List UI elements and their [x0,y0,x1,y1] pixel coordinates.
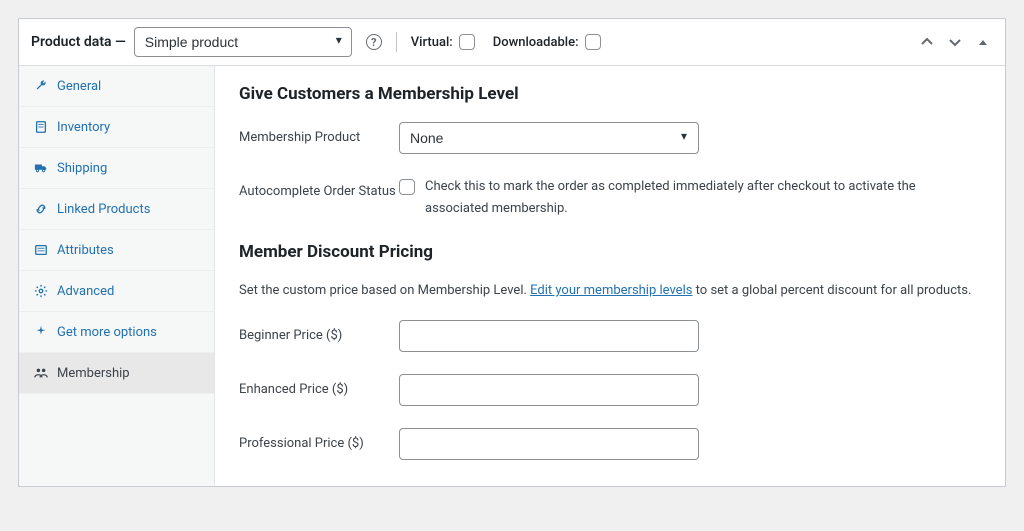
professional-price-input[interactable] [399,428,699,460]
tab-inventory[interactable]: Inventory [19,107,214,148]
panel-header: Product data — Simple product ? Virtual:… [19,19,1005,66]
product-type-select[interactable]: Simple product [134,27,352,57]
autocomplete-row: Autocomplete Order Status Check this to … [239,176,981,220]
downloadable-label: Downloadable: [493,35,579,50]
virtual-checkbox[interactable] [459,34,475,50]
virtual-label: Virtual: [411,35,453,50]
panel-body: General Inventory Shipping Linked Produc… [19,66,1005,486]
price-label: Professional Price ($) [239,428,399,454]
sidebar-item-label: General [57,79,101,94]
sparkle-icon [33,324,49,340]
pricing-description: Set the custom price based on Membership… [239,280,981,302]
chevron-down-icon [949,36,961,48]
sidebar-item-label: Shipping [57,161,107,176]
autocomplete-description: Check this to mark the order as complete… [425,176,959,220]
tab-get-more-options[interactable]: Get more options [19,312,214,353]
section-discount-pricing-title: Member Discount Pricing [239,242,981,262]
sidebar-item-label: Linked Products [57,202,150,217]
truck-icon [33,160,49,176]
separator [396,32,397,52]
beginner-price-input[interactable] [399,320,699,352]
price-label: Beginner Price ($) [239,320,399,346]
chevron-up-icon [921,36,933,48]
product-data-panel: Product data — Simple product ? Virtual:… [18,18,1006,487]
list-icon [33,242,49,258]
wrench-icon [33,78,49,94]
membership-product-label: Membership Product [239,122,399,148]
tab-attributes[interactable]: Attributes [19,230,214,271]
membership-tab-content: Give Customers a Membership Level Member… [215,66,1005,486]
note-icon [33,119,49,135]
sidebar-item-label: Inventory [57,120,110,135]
section-membership-level-title: Give Customers a Membership Level [239,84,981,104]
price-row-beginner: Beginner Price ($) [239,320,981,352]
triangle-up-icon [977,36,989,48]
autocomplete-checkbox[interactable] [399,179,415,195]
enhanced-price-input[interactable] [399,374,699,406]
sidebar-item-label: Attributes [57,243,114,258]
tab-shipping[interactable]: Shipping [19,148,214,189]
gear-icon [33,283,49,299]
price-row-enhanced: Enhanced Price ($) [239,374,981,406]
downloadable-checkbox[interactable] [585,34,601,50]
membership-product-row: Membership Product None [239,122,981,154]
tab-general[interactable]: General [19,66,214,107]
tab-membership[interactable]: Membership [19,353,214,394]
membership-product-select[interactable]: None [399,122,699,154]
panel-title: Product data — [31,34,126,50]
tab-advanced[interactable]: Advanced [19,271,214,312]
sidebar-item-label: Get more options [57,325,157,340]
edit-levels-link[interactable]: Edit your membership levels [530,283,692,298]
collapse-button[interactable] [973,32,993,52]
help-icon[interactable]: ? [366,34,382,50]
move-up-button[interactable] [917,32,937,52]
sidebar-item-label: Membership [57,366,130,381]
autocomplete-label: Autocomplete Order Status [239,176,399,202]
group-icon [33,365,49,381]
link-icon [33,201,49,217]
sidebar-item-label: Advanced [57,284,114,299]
tab-linked-products[interactable]: Linked Products [19,189,214,230]
downloadable-option[interactable]: Downloadable: [493,34,601,50]
virtual-option[interactable]: Virtual: [411,34,475,50]
price-label: Enhanced Price ($) [239,374,399,400]
product-data-tabs: General Inventory Shipping Linked Produc… [19,66,215,486]
price-row-professional: Professional Price ($) [239,428,981,460]
move-down-button[interactable] [945,32,965,52]
